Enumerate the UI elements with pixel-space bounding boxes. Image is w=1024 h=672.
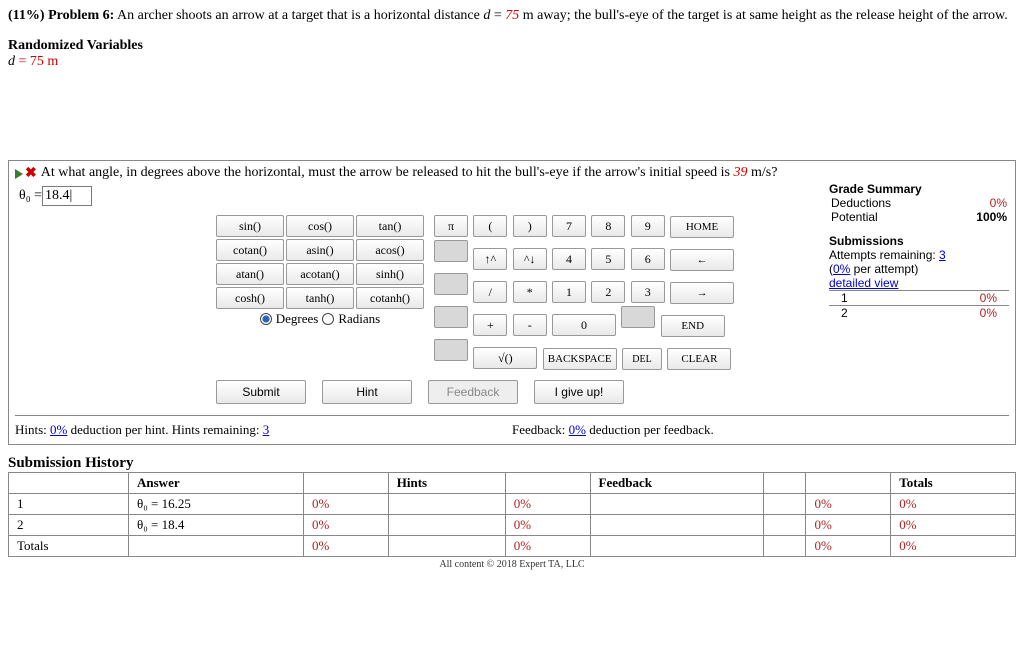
history-row: 2θ₀ = 18.40% 0% 0%0% (9, 515, 1016, 536)
key-blank5 (434, 339, 468, 361)
fn-acotan[interactable]: acotan() (286, 263, 354, 285)
giveup-button[interactable]: I give up! (534, 380, 624, 404)
history-header-row: Answer Hints Feedback Totals (9, 473, 1016, 494)
action-row: Submit Hint Feedback I give up! (215, 379, 829, 405)
randomized-vars: Randomized Variables d = 75 m (8, 38, 1016, 70)
fn-tan[interactable]: tan() (356, 215, 424, 237)
answer-input[interactable] (42, 186, 92, 206)
submission-history: Submission History Answer Hints Feedback… (8, 455, 1016, 557)
key-0[interactable]: 0 (552, 314, 616, 336)
key-right[interactable]: → (670, 282, 734, 304)
radio-radians[interactable] (322, 313, 334, 325)
fn-cos[interactable]: cos() (286, 215, 354, 237)
key-blank4 (621, 306, 655, 328)
history-totals-row: Totals0% 0% 0%0% (9, 536, 1016, 557)
key-5[interactable]: 5 (591, 248, 625, 270)
rv-d: d (8, 54, 15, 69)
key-9[interactable]: 9 (631, 215, 665, 237)
key-3[interactable]: 3 (631, 281, 665, 303)
hint-button[interactable]: Hint (322, 380, 412, 404)
submit-button[interactable]: Submit (216, 380, 306, 404)
keypad: π ( ) 7 8 9 HOME ↑^ ^↓ 4 5 6 (433, 214, 735, 371)
hints-remain-link[interactable]: 3 (263, 422, 270, 437)
per-attempt-link[interactable]: 0% (833, 262, 850, 276)
key-home[interactable]: HOME (670, 216, 734, 238)
feedback-button[interactable]: Feedback (428, 380, 518, 404)
fn-asin[interactable]: asin() (286, 239, 354, 261)
key-blank3 (434, 306, 468, 328)
key-blank1 (434, 240, 468, 262)
fn-sin[interactable]: sin() (216, 215, 284, 237)
key-clear[interactable]: CLEAR (667, 348, 731, 370)
fn-cotan[interactable]: cotan() (216, 239, 284, 261)
part-question: At what angle, in degrees above the hori… (41, 165, 1009, 181)
key-sup[interactable]: ↑^ (473, 248, 507, 270)
rv-d-val: = 75 m (19, 54, 59, 69)
d-val: 75 (505, 8, 519, 23)
d-var: d (483, 8, 490, 23)
key-mul[interactable]: * (513, 281, 547, 303)
hints-ded-link[interactable]: 0% (50, 422, 67, 437)
key-8[interactable]: 8 (591, 215, 625, 237)
key-blank2 (434, 273, 468, 295)
play-icon[interactable] (15, 169, 23, 179)
key-7[interactable]: 7 (552, 215, 586, 237)
footer: All content © 2018 Expert TA, LLC (8, 559, 1016, 570)
key-6[interactable]: 6 (631, 248, 665, 270)
key-4[interactable]: 4 (552, 248, 586, 270)
angle-mode[interactable]: Degrees Radians (215, 311, 425, 327)
key-del[interactable]: DEL (622, 348, 662, 370)
feedback-line: Feedback: 0% deduction per feedback. (512, 422, 1009, 438)
fn-atan[interactable]: atan() (216, 263, 284, 285)
key-plus[interactable]: + (473, 314, 507, 336)
history-row: 1θ₀ = 16.250% 0% 0%0% (9, 494, 1016, 515)
key-1[interactable]: 1 (552, 281, 586, 303)
key-minus[interactable]: - (513, 314, 547, 336)
problem-text1: An archer shoots an arrow at a target th… (117, 8, 483, 23)
hints-line: Hints: 0% deduction per hint. Hints rema… (15, 422, 512, 438)
answer-row: θ₀ = (19, 186, 829, 206)
function-pad: sin()cos()tan() cotan()asin()acos() atan… (215, 214, 425, 327)
key-lparen[interactable]: ( (473, 215, 507, 237)
key-sqrt[interactable]: √() (473, 347, 537, 369)
feedback-ded-link[interactable]: 0% (569, 422, 586, 437)
fn-cosh[interactable]: cosh() (216, 287, 284, 309)
x-icon[interactable]: ✖ (25, 165, 37, 182)
answer-label: θ₀ = (19, 188, 42, 204)
key-end[interactable]: END (661, 315, 725, 337)
fn-cotanh[interactable]: cotanh() (356, 287, 424, 309)
key-pi[interactable]: π (434, 215, 468, 237)
randomized-title: Randomized Variables (8, 38, 1016, 54)
key-left[interactable]: ← (670, 249, 734, 271)
problem-header: (11%) Problem 6: An archer shoots an arr… (8, 8, 1016, 24)
fn-sinh[interactable]: sinh() (356, 263, 424, 285)
fn-tanh[interactable]: tanh() (286, 287, 354, 309)
part-box: ✖ At what angle, in degrees above the ho… (8, 160, 1016, 445)
key-2[interactable]: 2 (591, 281, 625, 303)
problem-label: Problem 6: (48, 8, 114, 23)
key-rparen[interactable]: ) (513, 215, 547, 237)
key-backspace[interactable]: BACKSPACE (543, 348, 617, 370)
key-sub[interactable]: ^↓ (513, 248, 547, 270)
fn-acos[interactable]: acos() (356, 239, 424, 261)
key-div[interactable]: / (473, 281, 507, 303)
problem-percent: (11%) (8, 8, 45, 23)
detailed-view-link[interactable]: detailed view (829, 276, 1009, 290)
radio-degrees[interactable] (260, 313, 272, 325)
grade-summary: Grade Summary Deductions0% Potential100%… (829, 182, 1009, 409)
attempts-remaining-link[interactable]: 3 (939, 248, 946, 262)
part-icons: ✖ (15, 165, 37, 182)
problem-text2: m away; the bull's-eye of the target is … (523, 8, 1008, 23)
